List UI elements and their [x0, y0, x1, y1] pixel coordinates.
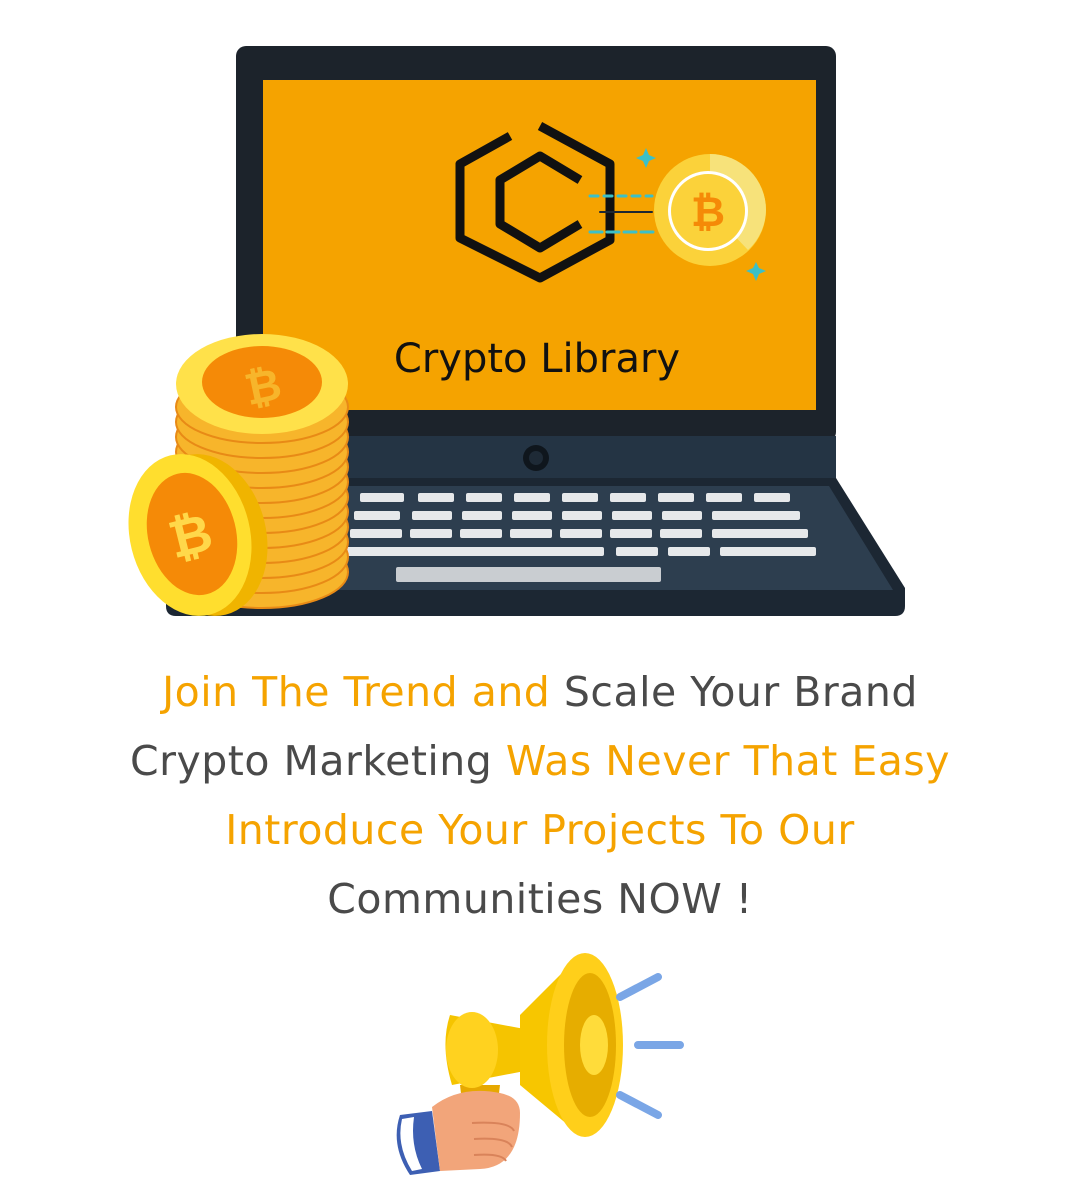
brand-name: Crypto Library — [394, 336, 680, 382]
sound-waves-icon — [616, 973, 684, 1119]
headline-line-3: Introduce Your Projects To Our — [225, 806, 855, 854]
headline-line-2-plain: Crypto Marketing — [130, 737, 493, 785]
svg-text:₿: ₿ — [691, 187, 725, 236]
promo-headline: Join The Trend and Scale Your Brand Cryp… — [0, 658, 1080, 934]
headline-line-1-plain: Scale Your Brand — [563, 668, 918, 716]
headline-line-2: Crypto Marketing Was Never That Easy — [0, 727, 1080, 796]
hand-icon — [396, 1090, 520, 1175]
megaphone-illustration — [396, 953, 684, 1175]
headline-line-2-highlight: Was Never That Easy — [505, 737, 950, 785]
bitcoin-coin-stack-icon: ₿ ₿ — [128, 334, 349, 616]
headline-line-4: Communities NOW ! — [327, 875, 753, 923]
bitcoin-coin-icon: ₿ — [654, 154, 766, 266]
spacebar — [396, 567, 661, 582]
headline-line-1: Join The Trend and Scale Your Brand — [0, 658, 1080, 727]
laptop-illustration: ₿ Crypto Library ₿ ₿ — [128, 46, 905, 616]
headline-line-1-highlight: Join The Trend and — [162, 668, 551, 716]
